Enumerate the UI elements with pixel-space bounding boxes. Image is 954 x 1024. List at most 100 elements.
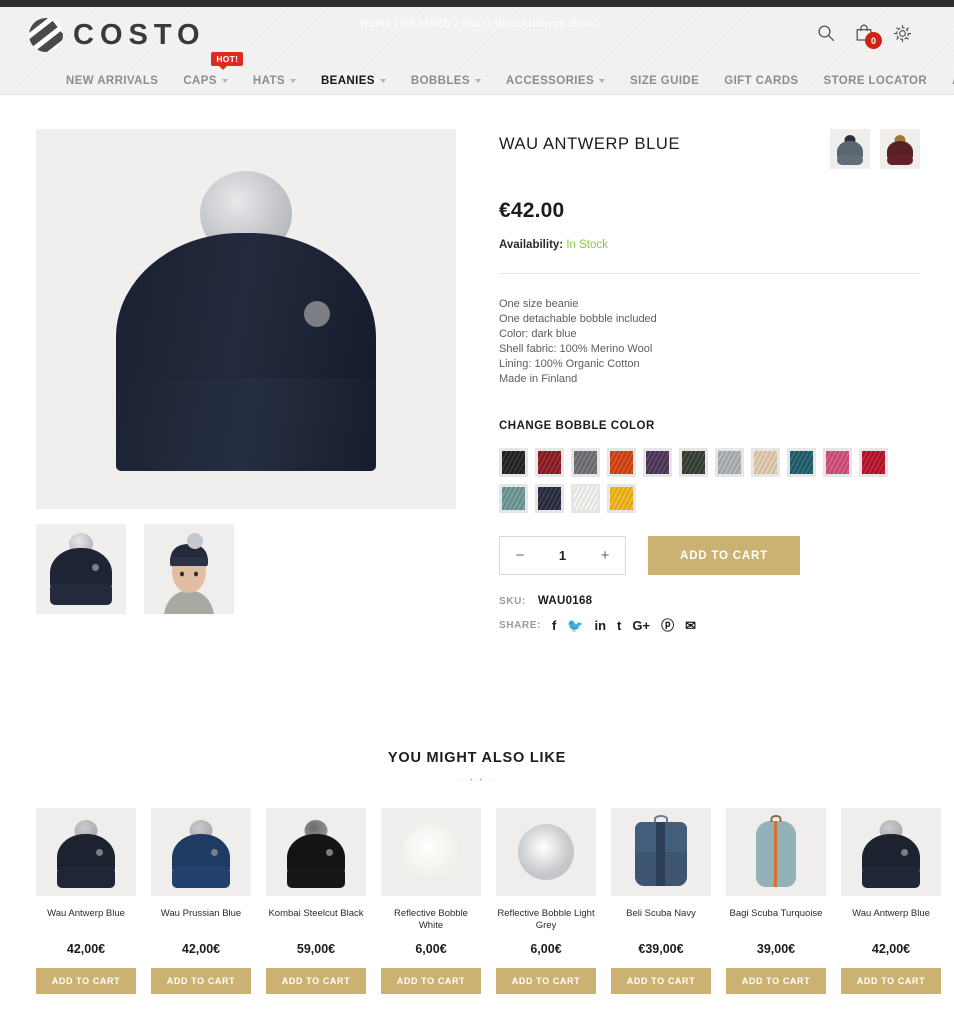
related-product-price: 42,00€ xyxy=(66,942,106,956)
related-product-card: Wau Antwerp Blue 42,00€ ADD TO CART xyxy=(36,808,136,994)
nav-item-new-arrivals[interactable]: NEW ARRIVALS xyxy=(66,75,158,87)
bobble-swatch-pink[interactable] xyxy=(823,448,852,477)
search-icon[interactable] xyxy=(817,24,835,42)
bobble-swatch-purple[interactable] xyxy=(643,448,672,477)
pinterest-icon[interactable]: ⓟ xyxy=(661,619,674,632)
breadcrumb[interactable]: Home / BEANIES / Wau / Wau Antwerp Blue xyxy=(0,18,954,30)
related-product-name[interactable]: Wau Prussian Blue xyxy=(151,908,251,932)
related-add-to-cart-button[interactable]: ADD TO CART xyxy=(36,968,136,994)
availability-label: Availability: xyxy=(499,239,564,251)
related-product-price: 6,00€ xyxy=(415,942,447,956)
swatch-color-fill xyxy=(574,487,597,510)
google-plus-icon[interactable]: G+ xyxy=(632,619,650,632)
related-product-image[interactable] xyxy=(266,808,366,896)
description-line: Lining: 100% Organic Cotton xyxy=(499,358,640,370)
related-product-image[interactable] xyxy=(36,808,136,896)
swatch-color-fill xyxy=(502,487,525,510)
nav-item-size-guide[interactable]: SIZE GUIDE xyxy=(630,75,699,87)
related-product-name[interactable]: Reflective Bobble Light Grey xyxy=(496,908,596,932)
gear-icon[interactable] xyxy=(893,24,912,43)
related-product-name[interactable]: Kombai Steelcut Black xyxy=(266,908,366,932)
swatch-color-fill xyxy=(502,451,525,474)
nav-item-hats[interactable]: HATS xyxy=(253,75,296,87)
swatch-color-fill xyxy=(610,487,633,510)
related-product-card: Wau Prussian Blue 42,00€ ADD TO CART xyxy=(151,808,251,994)
chevron-down-icon xyxy=(289,79,296,83)
header-icon-group: 0 xyxy=(817,23,912,49)
related-add-to-cart-button[interactable]: ADD TO CART xyxy=(611,968,711,994)
facebook-icon[interactable]: f xyxy=(552,619,556,632)
thumbnail-model[interactable] xyxy=(144,524,234,614)
swatch-color-fill xyxy=(754,451,777,474)
related-product-name[interactable]: Beli Scuba Navy xyxy=(611,908,711,932)
quantity-value[interactable]: 1 xyxy=(559,548,566,563)
related-product-image[interactable] xyxy=(726,808,826,896)
related-product-image[interactable] xyxy=(841,808,941,896)
twitter-icon[interactable]: 🐦 xyxy=(567,619,583,632)
quantity-stepper[interactable]: − 1 + xyxy=(499,536,626,575)
nav-item-label: GIFT CARDS xyxy=(724,75,799,87)
bobble-swatch-sage[interactable] xyxy=(499,484,528,513)
related-product-name[interactable]: Bagi Scuba Turquoise xyxy=(726,908,826,932)
nav-item-bobbles[interactable]: BOBBLES xyxy=(411,75,481,87)
swatch-color-fill xyxy=(790,451,813,474)
related-add-to-cart-button[interactable]: ADD TO CART xyxy=(381,968,481,994)
related-product-price: 42,00€ xyxy=(181,942,221,956)
quantity-decrease-button[interactable]: − xyxy=(513,547,527,564)
related-product-name[interactable]: Reflective Bobble White xyxy=(381,908,481,932)
nav-item-label: BEANIES xyxy=(320,75,375,87)
nav-item-accessories[interactable]: ACCESSORIES xyxy=(506,75,606,87)
bobble-swatch-navy[interactable] xyxy=(535,484,564,513)
bobble-swatch-orange[interactable] xyxy=(607,448,636,477)
bobble-swatch-dark-green[interactable] xyxy=(679,448,708,477)
related-product-price: 59,00€ xyxy=(296,942,336,956)
share-row: SHARE: f 🐦 in t G+ ⓟ ✉ xyxy=(499,619,920,632)
shopping-bag-icon[interactable]: 0 xyxy=(854,23,882,49)
bobble-swatch-beige[interactable] xyxy=(751,448,780,477)
swatch-color-fill xyxy=(862,451,885,474)
bobble-swatch-light-grey[interactable] xyxy=(715,448,744,477)
nav-item-store-locator[interactable]: STORE LOCATOR xyxy=(824,75,928,87)
top-strip xyxy=(0,0,954,7)
related-add-to-cart-button[interactable]: ADD TO CART xyxy=(841,968,941,994)
related-product-image[interactable] xyxy=(611,808,711,896)
product-gallery xyxy=(36,129,456,632)
swatch-color-fill xyxy=(646,451,669,474)
tumblr-icon[interactable]: t xyxy=(617,619,621,632)
variant-grey-blue[interactable] xyxy=(830,129,870,169)
swatch-color-fill xyxy=(826,451,849,474)
quantity-increase-button[interactable]: + xyxy=(598,547,612,564)
related-product-price: 42,00€ xyxy=(871,942,911,956)
bobble-swatch-white[interactable] xyxy=(571,484,600,513)
related-add-to-cart-button[interactable]: ADD TO CART xyxy=(151,968,251,994)
related-product-name[interactable]: Wau Antwerp Blue xyxy=(36,908,136,932)
thumbnail-product[interactable] xyxy=(36,524,126,614)
product-price: €42.00 xyxy=(499,199,565,222)
add-to-cart-button[interactable]: ADD TO CART xyxy=(648,536,800,575)
bobble-swatch-yellow[interactable] xyxy=(607,484,636,513)
related-product-image[interactable] xyxy=(496,808,596,896)
sku-label: SKU: xyxy=(499,596,526,607)
bobble-swatch-dark-red[interactable] xyxy=(535,448,564,477)
bobble-swatch-teal[interactable] xyxy=(787,448,816,477)
bobble-swatch-grey[interactable] xyxy=(571,448,600,477)
bobble-swatch-red[interactable] xyxy=(859,448,888,477)
nav-item-beanies[interactable]: BEANIES xyxy=(321,75,386,87)
related-add-to-cart-button[interactable]: ADD TO CART xyxy=(266,968,366,994)
variant-burgundy[interactable] xyxy=(880,129,920,169)
nav-item-gift-cards[interactable]: GIFT CARDS xyxy=(724,75,798,87)
linkedin-icon[interactable]: in xyxy=(594,619,606,632)
main-product-image[interactable] xyxy=(36,129,456,509)
chevron-down-icon xyxy=(379,79,386,83)
related-add-to-cart-button[interactable]: ADD TO CART xyxy=(726,968,826,994)
nav-item-caps[interactable]: CAPS HOT! xyxy=(183,52,244,87)
related-add-to-cart-button[interactable]: ADD TO CART xyxy=(496,968,596,994)
heading-ornament: ···▪·▪··· xyxy=(455,775,499,784)
email-icon[interactable]: ✉ xyxy=(685,619,696,632)
related-product-image[interactable] xyxy=(381,808,481,896)
bobble-swatch-black[interactable] xyxy=(499,448,528,477)
swatch-color-fill xyxy=(574,451,597,474)
related-product-name[interactable]: Wau Antwerp Blue xyxy=(841,908,941,932)
related-product-image[interactable] xyxy=(151,808,251,896)
description-line: Color: dark blue xyxy=(499,328,577,340)
